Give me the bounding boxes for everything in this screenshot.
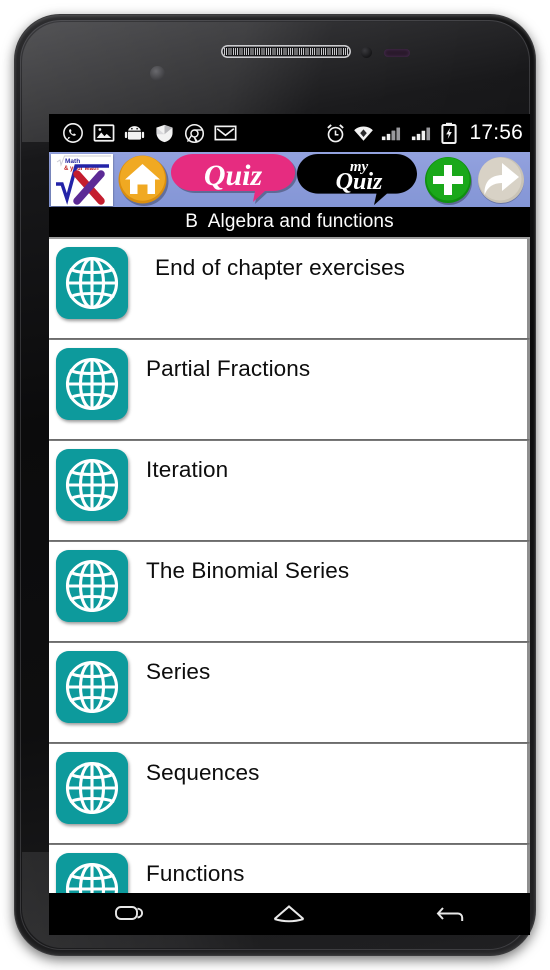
list-item-icon <box>56 348 128 420</box>
list-item-icon <box>56 247 128 319</box>
whatsapp-icon <box>63 123 83 143</box>
list-item-label: Partial Fractions <box>146 356 311 381</box>
chrome-icon <box>184 123 205 143</box>
list-item-label: The Binomial Series <box>146 558 350 583</box>
home-icon <box>118 155 169 206</box>
alarm-icon <box>327 123 345 142</box>
list-item-icon <box>56 651 128 723</box>
gmail-icon <box>214 125 237 141</box>
wifi-icon <box>354 126 374 141</box>
add-button[interactable] <box>423 155 473 205</box>
android-status-bar: 17:56 <box>49 114 530 152</box>
front-camera <box>384 49 410 57</box>
globe-icon <box>56 752 128 824</box>
recents-button[interactable] <box>84 893 174 935</box>
topic-list[interactable]: End of chapter exercises Partial Fractio… <box>49 237 530 893</box>
home-outline-icon <box>274 905 305 923</box>
list-item-label: Iteration <box>146 457 229 482</box>
globe-icon <box>56 550 128 622</box>
list-item-icon <box>56 550 128 622</box>
app-toolbar: Math & your Math Quiz my Quiz <box>49 152 530 207</box>
recents-icon <box>115 906 144 920</box>
app-logo-icon: Math & your Math <box>51 153 113 206</box>
list-item-label: Functions <box>146 861 245 886</box>
list-item-icon <box>56 853 128 893</box>
quiz-button[interactable]: Quiz <box>171 153 299 206</box>
back-arrow-icon <box>436 907 464 921</box>
gallery-icon <box>93 124 115 142</box>
globe-icon <box>56 247 128 319</box>
svg-text:Math: Math <box>65 158 80 165</box>
list-item-label: End of chapter exercises <box>155 255 406 280</box>
android-icon <box>124 126 145 140</box>
list-item-label: Series <box>146 659 211 684</box>
list-item[interactable]: The Binomial Series <box>49 542 530 641</box>
list-item[interactable]: End of chapter exercises <box>49 239 530 338</box>
page-title: B Algebra and functions <box>185 211 394 232</box>
list-item-label: Sequences <box>146 760 260 785</box>
globe-icon <box>56 449 128 521</box>
shield-icon <box>156 124 173 142</box>
app-logo-button[interactable]: Math & your Math <box>51 153 113 206</box>
notification-led <box>150 66 165 81</box>
globe-icon <box>56 651 128 723</box>
status-bar-notification-icons <box>62 122 237 144</box>
list-item[interactable]: Sequences <box>49 744 530 843</box>
list-item[interactable]: Functions <box>49 845 530 893</box>
signal-sim2-icon <box>412 127 431 141</box>
battery-charging-icon <box>441 122 458 144</box>
signal-sim1-icon <box>382 127 401 141</box>
phone-screen: 17:56 Math & your Math Quiz my Quiz B Al… <box>49 114 530 893</box>
status-bar-clock: 17:56 <box>469 121 523 144</box>
forward-arrow-icon <box>478 156 524 204</box>
forward-button[interactable] <box>475 154 527 206</box>
list-item[interactable]: Series <box>49 643 530 742</box>
list-item-icon <box>56 752 128 824</box>
globe-icon <box>56 348 128 420</box>
plus-icon <box>425 156 472 205</box>
my-quiz-bubble-icon: my Quiz <box>297 153 417 205</box>
list-item[interactable]: Partial Fractions <box>49 340 530 439</box>
list-item[interactable]: Iteration <box>49 441 530 540</box>
my-quiz-label-bottom: Quiz <box>336 169 383 195</box>
home-nav-button[interactable] <box>244 893 334 935</box>
quiz-bubble-icon: Quiz <box>171 153 297 204</box>
home-button[interactable] <box>116 153 169 206</box>
android-navigation-bar <box>49 893 530 935</box>
globe-icon <box>56 853 128 893</box>
list-item-icon <box>56 449 128 521</box>
quiz-bubble-label: Quiz <box>204 159 263 192</box>
my-quiz-button[interactable]: my Quiz <box>297 153 421 206</box>
phone-device-frame: 17:56 Math & your Math Quiz my Quiz B Al… <box>14 14 536 956</box>
status-bar-system-icons: 17:56 <box>325 121 523 145</box>
earpiece-speaker <box>221 45 351 58</box>
proximity-sensor <box>361 47 372 58</box>
chapter-title-bar: B Algebra and functions <box>49 207 530 237</box>
back-button[interactable] <box>405 893 495 935</box>
